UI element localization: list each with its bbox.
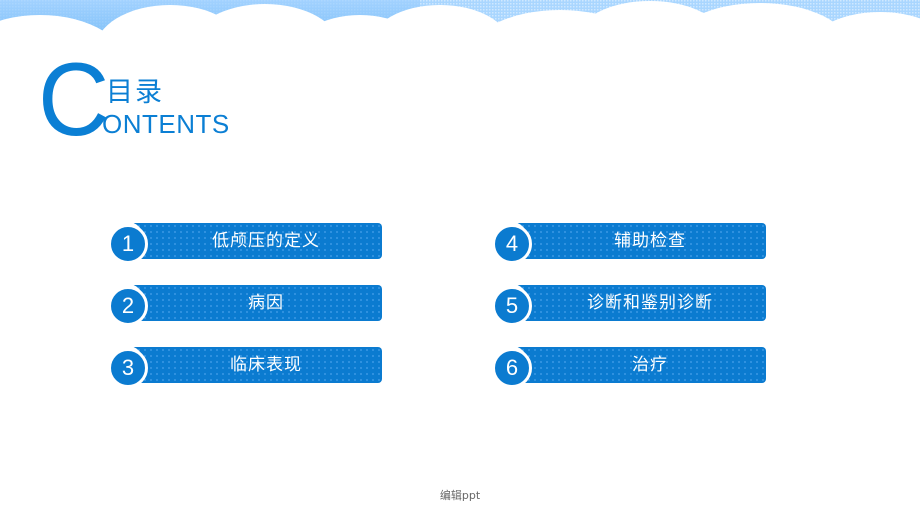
number-badge: 3	[108, 348, 148, 388]
toc-item-1[interactable]: 1 低颅压的定义	[105, 221, 384, 264]
number-badge: 5	[492, 286, 532, 326]
number-badge: 1	[108, 224, 148, 264]
toc-item-3[interactable]: 3 临床表现	[105, 345, 384, 388]
toc-item-6[interactable]: 6 治疗	[489, 345, 768, 388]
toc-item-4[interactable]: 4 辅助检查	[489, 221, 768, 264]
footer-text: 编辑ppt	[439, 489, 481, 502]
toc-item-5[interactable]: 5 诊断和鉴别诊断	[489, 283, 768, 326]
toc-item-label: 诊断和鉴别诊断	[587, 293, 713, 313]
title-english: ONTENTS	[102, 109, 230, 139]
title-initial-c: C	[38, 42, 110, 158]
title-chinese: 目录	[106, 77, 164, 108]
toc-item-label: 低颅压的定义	[212, 231, 320, 251]
number-badge: 2	[108, 286, 148, 326]
toc-item-label: 病因	[248, 293, 284, 313]
toc-item-label: 治疗	[632, 355, 668, 375]
number-badge: 4	[492, 224, 532, 264]
toc-item-2[interactable]: 2 病因	[105, 283, 384, 326]
toc-item-label: 临床表现	[230, 355, 302, 375]
toc-item-label: 辅助检查	[614, 231, 686, 251]
number-badge: 6	[492, 348, 532, 388]
